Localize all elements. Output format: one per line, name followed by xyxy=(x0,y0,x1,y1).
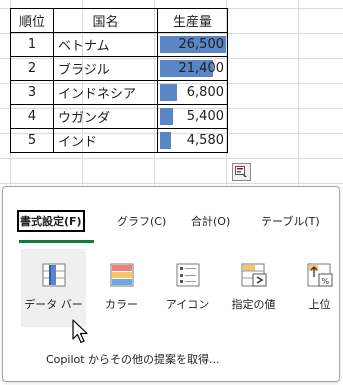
production-cell[interactable]: 5,400 xyxy=(157,104,228,129)
tab-formatting[interactable]: 書式設定(F) xyxy=(17,210,85,232)
production-value: 4,580 xyxy=(186,133,224,148)
mouse-pointer-icon xyxy=(72,319,88,344)
data-bar xyxy=(160,84,177,101)
header-production[interactable]: 生産量 xyxy=(157,8,228,33)
option-label: データ バー xyxy=(24,298,83,311)
production-value: 5,400 xyxy=(186,109,224,124)
country-cell[interactable]: インドネシア xyxy=(53,80,158,105)
option-label: カラー xyxy=(105,298,138,311)
rank-cell[interactable]: 4 xyxy=(10,104,54,129)
table-row: 2 ブラジル 21,400 xyxy=(10,56,228,81)
option-data-bar[interactable]: データ バー xyxy=(21,249,86,327)
rank-cell[interactable]: 3 xyxy=(10,80,54,105)
option-label: 指定の値 xyxy=(231,298,276,311)
data-bar-icon xyxy=(42,263,65,287)
production-value: 21,400 xyxy=(178,61,225,76)
production-cell[interactable]: 4,580 xyxy=(157,128,228,153)
tab-totals[interactable]: 合計(O) xyxy=(191,213,230,229)
production-value: 6,800 xyxy=(186,85,224,100)
color-scale-icon xyxy=(110,263,133,287)
data-bar xyxy=(160,108,173,125)
option-top-percent[interactable]: % 上位 xyxy=(287,249,343,327)
production-value: 26,500 xyxy=(178,37,225,52)
rank-cell[interactable]: 1 xyxy=(10,32,54,57)
top-percent-icon: % xyxy=(307,263,332,287)
header-country[interactable]: 国名 xyxy=(53,8,158,33)
country-cell[interactable]: インド xyxy=(53,128,158,153)
rank-cell[interactable]: 2 xyxy=(10,56,54,81)
copilot-suggestions-link[interactable]: Copilot からその他の提案を取得... xyxy=(46,351,220,367)
quick-analysis-panel: 書式設定(F) グラフ(C) 合計(O) テーブル(T) データ バー カラー xyxy=(2,186,340,382)
icon-set-icon xyxy=(176,263,199,287)
quick-analysis-icon xyxy=(235,166,247,177)
country-cell[interactable]: ベトナム xyxy=(53,32,158,57)
formatting-options: データ バー カラー アイコン 指定の値 % 上位 xyxy=(3,249,339,329)
table-row: 5 インド 4,580 xyxy=(10,128,228,153)
option-label: アイコン xyxy=(165,298,210,311)
active-tab-indicator xyxy=(19,240,94,243)
table-row: 3 インドネシア 6,800 xyxy=(10,80,228,105)
production-cell[interactable]: 26,500 xyxy=(157,32,228,57)
table-row: 4 ウガンダ 5,400 xyxy=(10,104,228,129)
data-bar xyxy=(160,132,171,149)
tab-charts[interactable]: グラフ(C) xyxy=(117,213,166,229)
table-row: 1 ベトナム 26,500 xyxy=(10,32,228,57)
rank-cell[interactable]: 5 xyxy=(10,128,54,153)
greater-than-icon xyxy=(241,263,266,287)
header-rank[interactable]: 順位 xyxy=(10,8,54,33)
country-cell[interactable]: ブラジル xyxy=(53,56,158,81)
option-icon-set[interactable]: アイコン xyxy=(155,249,220,327)
header-row: 順位 国名 生産量 xyxy=(10,8,228,33)
production-cell[interactable]: 21,400 xyxy=(157,56,228,81)
data-table: 順位 国名 生産量 1 ベトナム 26,500 2 ブラジル 21,400 3 … xyxy=(10,8,228,153)
country-cell[interactable]: ウガンダ xyxy=(53,104,158,129)
quick-analysis-button[interactable] xyxy=(232,163,251,181)
option-label: 上位 xyxy=(308,298,331,311)
option-greater-than[interactable]: 指定の値 xyxy=(221,249,286,327)
svg-text:%: % xyxy=(321,277,329,286)
tab-tables[interactable]: テーブル(T) xyxy=(261,213,320,229)
production-cell[interactable]: 6,800 xyxy=(157,80,228,105)
option-color-scale[interactable]: カラー xyxy=(89,249,154,327)
tab-bar: 書式設定(F) グラフ(C) 合計(O) テーブル(T) xyxy=(3,210,339,235)
